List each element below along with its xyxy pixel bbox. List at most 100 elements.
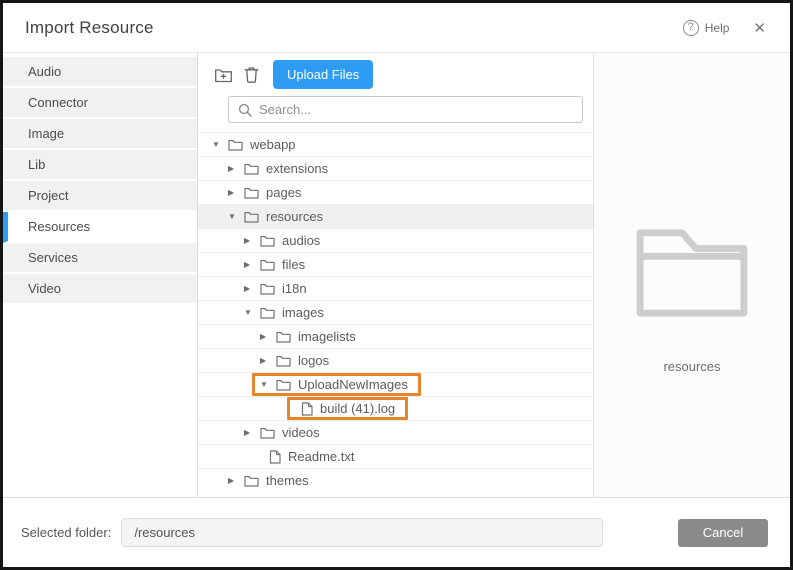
expand-arrow-icon[interactable]: ▶: [244, 236, 254, 245]
dialog-body: Audio Connector Image Lib Project Resour…: [3, 53, 790, 497]
expand-arrow-icon[interactable]: ▶: [228, 188, 238, 197]
collapse-arrow-icon[interactable]: ▼: [244, 308, 254, 317]
file-icon: [301, 402, 313, 416]
tree-row-label: UploadNewImages: [298, 377, 408, 392]
expand-arrow-icon[interactable]: ▶: [260, 356, 270, 365]
sidebar-item-label: Resources: [28, 219, 90, 234]
expand-arrow-icon[interactable]: ▶: [228, 164, 238, 173]
tree-row-images[interactable]: ▼ images: [198, 300, 593, 324]
folder-icon: [244, 186, 259, 199]
tree-row-imagelists[interactable]: ▶ imagelists: [198, 324, 593, 348]
tree-row-label: images: [282, 305, 324, 320]
toolbar: Upload Files: [198, 53, 593, 96]
sidebar-item-video[interactable]: Video: [3, 274, 197, 305]
folder-icon: [276, 354, 291, 367]
sidebar-item-lib[interactable]: Lib: [3, 150, 197, 181]
tree-row-label: extensions: [266, 161, 328, 176]
folder-icon: [260, 234, 275, 247]
dialog-header: Import Resource ? Help ✕: [3, 3, 790, 53]
preview-panel: resources: [594, 53, 790, 497]
folder-icon: [260, 258, 275, 271]
sidebar: Audio Connector Image Lib Project Resour…: [3, 53, 198, 497]
tree-row-label: videos: [282, 425, 320, 440]
delete-button[interactable]: [244, 66, 259, 83]
folder-icon: [260, 282, 275, 295]
folder-icon: [276, 330, 291, 343]
tree-row-webapp[interactable]: ▼ webapp: [198, 132, 593, 156]
tree-row-logos[interactable]: ▶ logos: [198, 348, 593, 372]
tree-row-label: themes: [266, 473, 309, 488]
tree-row-extensions[interactable]: ▶ extensions: [198, 156, 593, 180]
sidebar-item-connector[interactable]: Connector: [3, 88, 197, 119]
tree-row-label: logos: [298, 353, 329, 368]
expand-arrow-icon[interactable]: ▶: [228, 476, 238, 485]
search-input[interactable]: [259, 102, 573, 117]
tree-row-label: pages: [266, 185, 301, 200]
folder-icon: [244, 210, 259, 223]
sidebar-item-label: Services: [28, 250, 78, 265]
cancel-button[interactable]: Cancel: [678, 519, 768, 547]
sidebar-item-project[interactable]: Project: [3, 181, 197, 212]
help-button[interactable]: ? Help: [683, 20, 730, 36]
tree-row-pages[interactable]: ▶ pages: [198, 180, 593, 204]
close-icon[interactable]: ✕: [753, 19, 766, 37]
collapse-arrow-icon[interactable]: ▼: [212, 140, 222, 149]
folder-tree: ▼ webapp ▶ extensions ▶ pages ▼: [198, 132, 593, 497]
collapse-arrow-icon[interactable]: ▼: [260, 380, 270, 389]
search-icon: [238, 103, 252, 117]
sidebar-item-label: Connector: [28, 95, 88, 110]
expand-arrow-icon[interactable]: ▶: [260, 332, 270, 341]
expand-arrow-icon[interactable]: ▶: [244, 284, 254, 293]
tree-row-label: files: [282, 257, 305, 272]
tree-row-label: audios: [282, 233, 320, 248]
tree-row-uploadnewimages[interactable]: ▼ UploadNewImages: [198, 372, 593, 396]
tree-row-files[interactable]: ▶ files: [198, 252, 593, 276]
preview-folder-name: resources: [663, 359, 720, 374]
folder-icon: [244, 162, 259, 175]
folder-icon: [260, 306, 275, 319]
tree-row-readme-txt[interactable]: Readme.txt: [198, 444, 593, 468]
selected-folder-input[interactable]: [121, 518, 603, 547]
sidebar-item-audio[interactable]: Audio: [3, 57, 197, 88]
tree-row-label: imagelists: [298, 329, 356, 344]
selected-folder-label: Selected folder:: [21, 525, 111, 540]
sidebar-item-services[interactable]: Services: [3, 243, 197, 274]
sidebar-item-resources[interactable]: Resources: [3, 212, 197, 243]
import-resource-dialog: Import Resource ? Help ✕ Audio Connector…: [0, 0, 793, 570]
file-browser-column: Upload Files ▼ webapp ▶: [198, 53, 594, 497]
expand-arrow-icon[interactable]: ▶: [244, 260, 254, 269]
new-folder-button[interactable]: [214, 67, 233, 83]
tree-row-label: i18n: [282, 281, 307, 296]
large-folder-icon: [633, 225, 751, 319]
dialog-title: Import Resource: [25, 18, 154, 38]
sidebar-item-label: Lib: [28, 157, 45, 172]
folder-icon: [260, 426, 275, 439]
expand-arrow-icon[interactable]: ▶: [244, 428, 254, 437]
collapse-arrow-icon[interactable]: ▼: [228, 212, 238, 221]
search-box: [228, 96, 583, 123]
dialog-footer: Selected folder: Cancel: [3, 497, 790, 567]
tree-row-resources[interactable]: ▼ resources: [198, 204, 593, 228]
file-icon: [269, 450, 281, 464]
tree-row-videos[interactable]: ▶ videos: [198, 420, 593, 444]
help-icon: ?: [683, 20, 699, 36]
tree-row-build-41-log[interactable]: build (41).log: [198, 396, 593, 420]
trash-icon: [244, 66, 259, 83]
tree-row-audios[interactable]: ▶ audios: [198, 228, 593, 252]
tree-row-label: build (41).log: [320, 401, 395, 416]
sidebar-item-label: Image: [28, 126, 64, 141]
help-label: Help: [705, 21, 730, 35]
sidebar-item-label: Project: [28, 188, 68, 203]
tree-row-i18n[interactable]: ▶ i18n: [198, 276, 593, 300]
folder-icon: [276, 378, 291, 391]
upload-files-button[interactable]: Upload Files: [273, 60, 373, 89]
folder-icon: [244, 474, 259, 487]
new-folder-icon: [214, 67, 233, 83]
tree-row-label: Readme.txt: [288, 449, 354, 464]
tree-row-themes[interactable]: ▶ themes: [198, 468, 593, 492]
sidebar-item-image[interactable]: Image: [3, 119, 197, 150]
tree-row-label: webapp: [250, 137, 296, 152]
sidebar-item-label: Video: [28, 281, 61, 296]
tree-row-label: resources: [266, 209, 323, 224]
folder-icon: [228, 138, 243, 151]
